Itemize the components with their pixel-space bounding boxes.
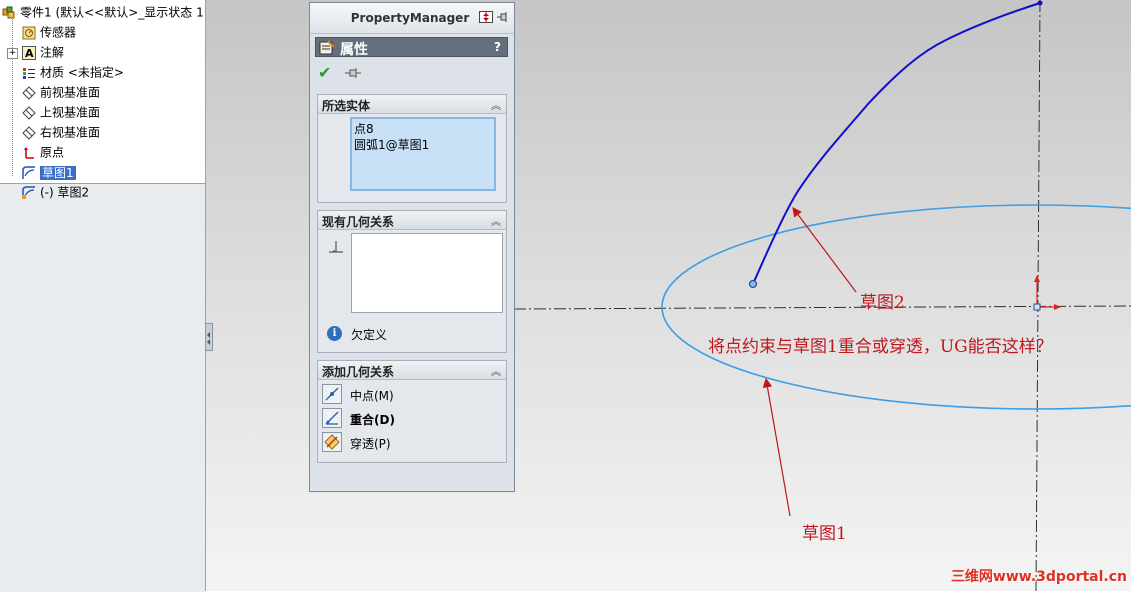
add-relation-label: 重合(D) xyxy=(350,413,395,427)
selected-entities-list[interactable]: 点8 圆弧1@草图1 xyxy=(350,117,496,191)
midpoint-relation-icon[interactable] xyxy=(322,384,342,404)
tree-item-sensors[interactable]: 传感器 xyxy=(22,23,76,41)
origin-point[interactable] xyxy=(1033,303,1041,311)
sensor-icon xyxy=(22,26,36,40)
label-sketch2: 草图2 xyxy=(860,293,905,313)
coincident-relation-icon[interactable] xyxy=(322,408,342,428)
tree-item-label: 右视基准面 xyxy=(40,125,101,140)
panel-splitter-handle[interactable] xyxy=(205,323,213,351)
tree-item-annotations[interactable]: A 注解 xyxy=(22,43,64,61)
tree-item-origin[interactable]: 原点 xyxy=(22,143,64,161)
tree-root-label: 零件1 (默认<<默认>_显示状态 1 xyxy=(20,5,204,20)
pm-titlebar: PropertyManager xyxy=(310,3,514,34)
property-manager-panel: PropertyManager 属性 ? ✔ 所选实体 ︽ 点8 圆弧1@草图1… xyxy=(309,2,515,492)
sketch2-arc[interactable] xyxy=(752,2,1041,285)
collapse-chevron-icon[interactable]: ︽ xyxy=(491,213,501,228)
part-icon xyxy=(2,6,16,20)
list-item[interactable]: 圆弧1@草图1 xyxy=(354,136,429,153)
add-relations-header[interactable]: 添加几何关系 ︽ xyxy=(318,361,506,380)
annotation-question: 将点约束与草图1重合或穿透，UG能否这样？ xyxy=(708,337,1053,357)
feature-tree: 零件1 (默认<<默认>_显示状态 1 传感器 + A 注解 材质 <未指定> … xyxy=(0,0,206,592)
relation-perpendicular-icon xyxy=(327,238,345,256)
annotation-icon: A xyxy=(22,45,36,60)
arc-endpoint-point[interactable] xyxy=(748,279,758,289)
help-button[interactable]: ? xyxy=(494,40,501,54)
existing-relations-list[interactable] xyxy=(351,233,503,313)
plane-icon xyxy=(22,105,36,120)
info-icon: i xyxy=(327,326,342,341)
selected-entities-header[interactable]: 所选实体 ︽ xyxy=(318,95,506,114)
svg-text:A: A xyxy=(25,47,34,60)
tree-item-top-plane[interactable]: 上视基准面 xyxy=(22,103,100,121)
origin-arrow-y xyxy=(1034,275,1040,282)
pierce-relation-icon[interactable] xyxy=(322,432,342,452)
existing-relations-header[interactable]: 现有几何关系 ︽ xyxy=(318,211,506,230)
tree-item-label: 注解 xyxy=(40,45,65,60)
group-title: 所选实体 xyxy=(322,99,371,113)
add-relation-coincident[interactable]: 重合(D) xyxy=(322,408,502,430)
tree-item-sketch2[interactable]: (-) 草图2 xyxy=(22,183,89,201)
add-relations-group: 添加几何关系 ︽ 中点(M) 重合(D) 穿透(P) xyxy=(317,360,507,463)
sketch-icon xyxy=(22,185,36,200)
expand-annotations-toggle[interactable]: + xyxy=(7,48,18,59)
arc-top-endpoint[interactable] xyxy=(1037,0,1043,6)
material-icon xyxy=(22,66,36,80)
properties-icon xyxy=(319,40,335,58)
tree-item-right-plane[interactable]: 右视基准面 xyxy=(22,123,100,141)
tree-item-label: (-) 草图2 xyxy=(40,185,90,200)
collapse-chevron-icon[interactable]: ︽ xyxy=(491,97,501,112)
definition-status-text: 欠定义 xyxy=(351,328,388,342)
pushpin-icon[interactable] xyxy=(496,11,510,23)
selected-entities-group: 所选实体 ︽ 点8 圆弧1@草图1 xyxy=(317,94,507,203)
origin-arrow-x xyxy=(1054,304,1061,310)
plane-icon xyxy=(22,85,36,100)
tree-item-material[interactable]: 材质 <未指定> xyxy=(22,63,124,81)
tree-item-label: 草图1 xyxy=(40,165,76,180)
tree-item-label: 传感器 xyxy=(40,25,77,40)
group-title: 现有几何关系 xyxy=(322,215,395,229)
label-sketch1: 草图1 xyxy=(802,524,847,544)
tree-connector-line xyxy=(12,16,13,176)
tree-lower-panel xyxy=(0,183,205,592)
arrow-to-sketch1 xyxy=(762,377,791,517)
tree-item-label: 上视基准面 xyxy=(40,105,101,120)
pm-header-title: 属性 xyxy=(340,42,368,58)
plane-icon xyxy=(22,125,36,140)
pm-display-toggle-icon[interactable] xyxy=(479,11,493,23)
pm-header-bar: 属性 ? xyxy=(315,37,508,58)
tree-item-front-plane[interactable]: 前视基准面 xyxy=(22,83,100,101)
tree-item-label: 前视基准面 xyxy=(40,85,101,100)
sketch-icon xyxy=(22,165,36,180)
group-title: 添加几何关系 xyxy=(322,365,395,379)
add-relation-midpoint[interactable]: 中点(M) xyxy=(322,384,502,406)
add-relation-label: 中点(M) xyxy=(350,389,394,403)
add-relation-label: 穿透(P) xyxy=(350,437,391,451)
origin-icon xyxy=(22,146,36,160)
tree-item-label: 材质 <未指定> xyxy=(40,65,124,80)
tree-item-label: 原点 xyxy=(40,145,65,160)
tree-root-part[interactable]: 零件1 (默认<<默认>_显示状态 1 xyxy=(2,3,204,21)
keep-visible-pushpin-icon[interactable] xyxy=(344,66,362,80)
tree-item-sketch1[interactable]: 草图1 xyxy=(22,163,76,181)
watermark-logo: 三维网www.3dportal.cn xyxy=(950,569,1127,585)
add-relation-pierce[interactable]: 穿透(P) xyxy=(322,432,502,454)
arrow-to-sketch2 xyxy=(792,207,857,293)
existing-relations-group: 现有几何关系 ︽ i 欠定义 xyxy=(317,210,507,353)
list-item[interactable]: 点8 xyxy=(354,120,374,137)
collapse-chevron-icon[interactable]: ︽ xyxy=(491,363,501,378)
ok-checkmark-icon[interactable]: ✔ xyxy=(318,64,336,82)
